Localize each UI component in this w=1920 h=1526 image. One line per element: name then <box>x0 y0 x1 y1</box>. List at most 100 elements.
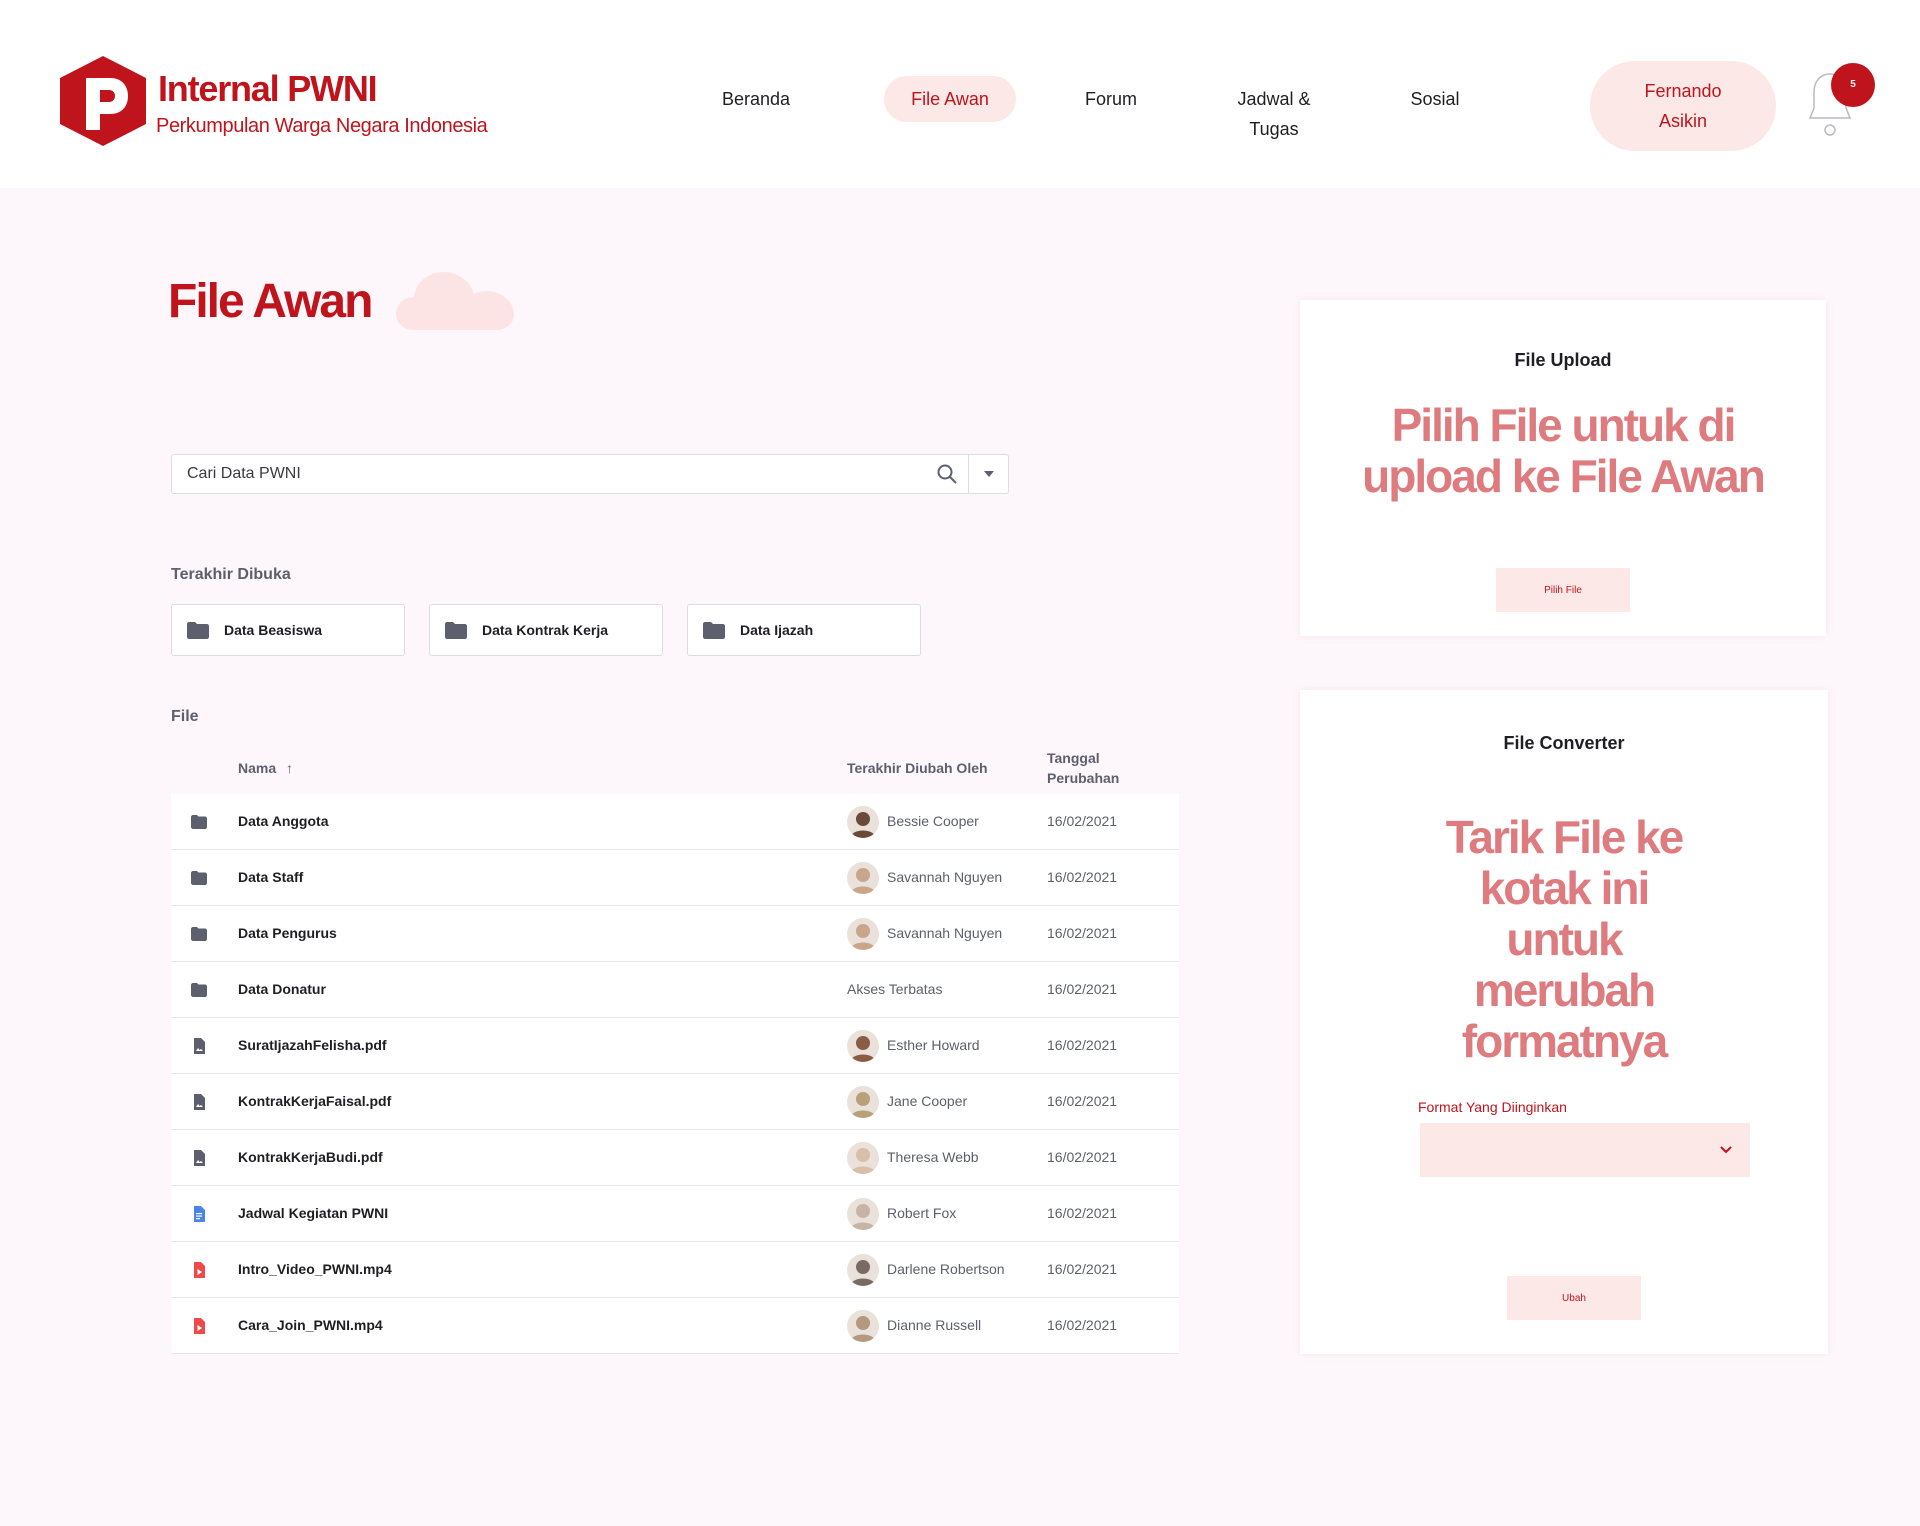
folder-icon <box>191 926 207 942</box>
file-upload-headline: Pilih File untuk di upload ke File Awan <box>1362 399 1766 502</box>
choose-file-button[interactable]: Pilih File <box>1496 568 1630 612</box>
modified-by: Dianne Russell <box>887 1317 982 1333</box>
file-upload-title: File Upload <box>1514 350 1612 370</box>
modified-by: Esther Howard <box>887 1037 980 1053</box>
table-row[interactable]: Jadwal Kegiatan PWNI Robert Fox 16/02/2021 <box>171 1186 1179 1242</box>
modified-date: 16/02/2021 <box>1047 925 1118 941</box>
modified-date: 16/02/2021 <box>1047 1317 1118 1333</box>
brand-subtitle: Perkumpulan Warga Negara Indonesia <box>156 115 488 137</box>
table-row[interactable]: Intro_Video_PWNI.mp4 Darlene Robertson 16/… <box>171 1242 1179 1298</box>
modified-by: Bessie Cooper <box>887 813 979 829</box>
table-row[interactable]: Data Anggota Bessie Cooper 16/02/2021 <box>171 794 1179 850</box>
avatar <box>847 1030 879 1062</box>
file-name: Intro_Video_PWNI.mp4 <box>238 1261 392 1277</box>
table-row[interactable]: Data Donatur Akses Terbatas 16/02/2021 <box>171 962 1179 1018</box>
recent-item-data-beasiswa[interactable]: Data Beasiswa <box>171 604 405 656</box>
google-doc-icon <box>191 1206 207 1222</box>
table-row[interactable]: Cara_Join_PWNI.mp4 Dianne Russell 16/02/20… <box>171 1298 1179 1354</box>
column-header-date: Tanggal Perubahan <box>1047 750 1120 786</box>
document-icon <box>191 1038 207 1054</box>
nav-sosial[interactable]: Sosial <box>1400 84 1470 114</box>
modified-date: 16/02/2021 <box>1047 813 1118 829</box>
nav-jadwal-tugas[interactable]: Jadwal & Tugas <box>1222 84 1326 144</box>
file-converter-title: File Converter <box>1503 733 1625 753</box>
file-name: Data Anggota <box>238 813 329 829</box>
recent-item-data-kontrak-kerja[interactable]: Data Kontrak Kerja <box>429 604 663 656</box>
table-row[interactable]: KontrakKerjaFaisal.pdf Jane Cooper 16/02/2… <box>171 1074 1179 1130</box>
file-converter-headline: Tarik File ke kotak ini untuk merubah fo… <box>1445 811 1685 1067</box>
modified-by: Robert Fox <box>887 1205 957 1221</box>
modified-date: 16/02/2021 <box>1047 1037 1118 1053</box>
format-select[interactable] <box>1420 1123 1750 1177</box>
modified-by: Akses Terbatas <box>847 981 943 997</box>
files-label: File <box>171 708 199 725</box>
column-header-name[interactable]: Nama ↑ <box>238 758 293 778</box>
caret-down-icon <box>984 471 994 477</box>
modified-by: Savannah Nguyen <box>887 869 1003 885</box>
top-header: Internal PWNI Perkumpulan Warga Negara I… <box>0 0 1920 188</box>
file-converter-dropzone[interactable]: File Converter Tarik File ke kotak ini u… <box>1300 690 1828 1354</box>
column-header-modified-by: Terakhir Diubah Oleh <box>847 760 988 776</box>
modified-by: Theresa Webb <box>887 1149 979 1165</box>
folder-icon <box>191 870 207 886</box>
file-upload-card: File Upload Pilih File untuk di upload k… <box>1300 300 1826 636</box>
brand-title: Internal PWNI <box>158 68 378 109</box>
file-name: KontrakKerjaFaisal.pdf <box>238 1093 392 1109</box>
file-name: SuratIjazahFelisha.pdf <box>238 1037 387 1053</box>
nav-file-awan[interactable]: File Awan <box>884 76 1016 122</box>
video-file-icon <box>191 1318 207 1334</box>
avatar <box>847 1142 879 1174</box>
cloud-icon <box>396 272 514 330</box>
recent-item-data-ijazah[interactable]: Data Ijazah <box>687 604 921 656</box>
table-row[interactable]: SuratIjazahFelisha.pdf Esther Howard 16/02… <box>171 1018 1179 1074</box>
main-content: File Awan Terakhir Dibuka Data Beasiswa … <box>0 188 1920 1526</box>
avatar <box>847 806 879 838</box>
modified-by: Jane Cooper <box>887 1093 968 1109</box>
modified-date: 16/02/2021 <box>1047 981 1118 997</box>
avatar <box>847 862 879 894</box>
file-table: Data Anggota Bessie Cooper 16/02/2021 Data … <box>171 794 1179 1354</box>
file-name: Jadwal Kegiatan PWNI <box>238 1205 389 1221</box>
user-menu-button[interactable]: Fernando Asikin <box>1590 61 1776 151</box>
pwni-logo-icon[interactable] <box>60 56 146 146</box>
folder-icon <box>445 622 467 639</box>
table-row[interactable]: Data Staff Savannah Nguyen 16/02/2021 <box>171 850 1179 906</box>
document-icon <box>191 1150 207 1166</box>
file-name: Data Donatur <box>238 981 326 997</box>
modified-date: 16/02/2021 <box>1047 1261 1118 1277</box>
folder-icon <box>703 622 725 639</box>
avatar <box>847 1310 879 1342</box>
video-file-icon <box>191 1262 207 1278</box>
modified-date: 16/02/2021 <box>1047 869 1118 885</box>
folder-icon <box>187 622 209 639</box>
file-name: Data Pengurus <box>238 925 337 941</box>
recent-item-label: Data Kontrak Kerja <box>482 622 609 638</box>
table-row[interactable]: Data Pengurus Savannah Nguyen 16/02/2021 <box>171 906 1179 962</box>
column-header-name-label: Nama <box>238 760 277 776</box>
avatar <box>847 1198 879 1230</box>
format-label: Format Yang Diinginkan <box>1418 1099 1567 1115</box>
search-filter-dropdown[interactable] <box>969 455 1009 493</box>
file-name: Cara_Join_PWNI.mp4 <box>238 1317 383 1333</box>
search-icon[interactable] <box>936 463 958 485</box>
table-row[interactable]: KontrakKerjaBudi.pdf Theresa Webb 16/02/20… <box>171 1130 1179 1186</box>
convert-button[interactable]: Ubah <box>1507 1276 1641 1320</box>
file-name: KontrakKerjaBudi.pdf <box>238 1149 383 1165</box>
avatar <box>847 1254 879 1286</box>
page-title: File Awan <box>168 275 373 328</box>
modified-by: Darlene Robertson <box>887 1261 1005 1277</box>
recent-item-label: Data Beasiswa <box>224 622 323 638</box>
modified-date: 16/02/2021 <box>1047 1205 1118 1221</box>
folder-icon <box>191 814 207 830</box>
search-bar <box>171 454 1009 494</box>
search-input[interactable] <box>172 455 962 493</box>
nav-forum[interactable]: Forum <box>1070 84 1152 114</box>
avatar <box>847 1086 879 1118</box>
recent-label: Terakhir Dibuka <box>171 566 291 583</box>
sort-ascending-icon: ↑ <box>286 760 294 776</box>
folder-icon <box>191 982 207 998</box>
nav-beranda[interactable]: Beranda <box>710 84 802 114</box>
file-name: Data Staff <box>238 869 304 885</box>
avatar <box>847 918 879 950</box>
modified-date: 16/02/2021 <box>1047 1149 1118 1165</box>
